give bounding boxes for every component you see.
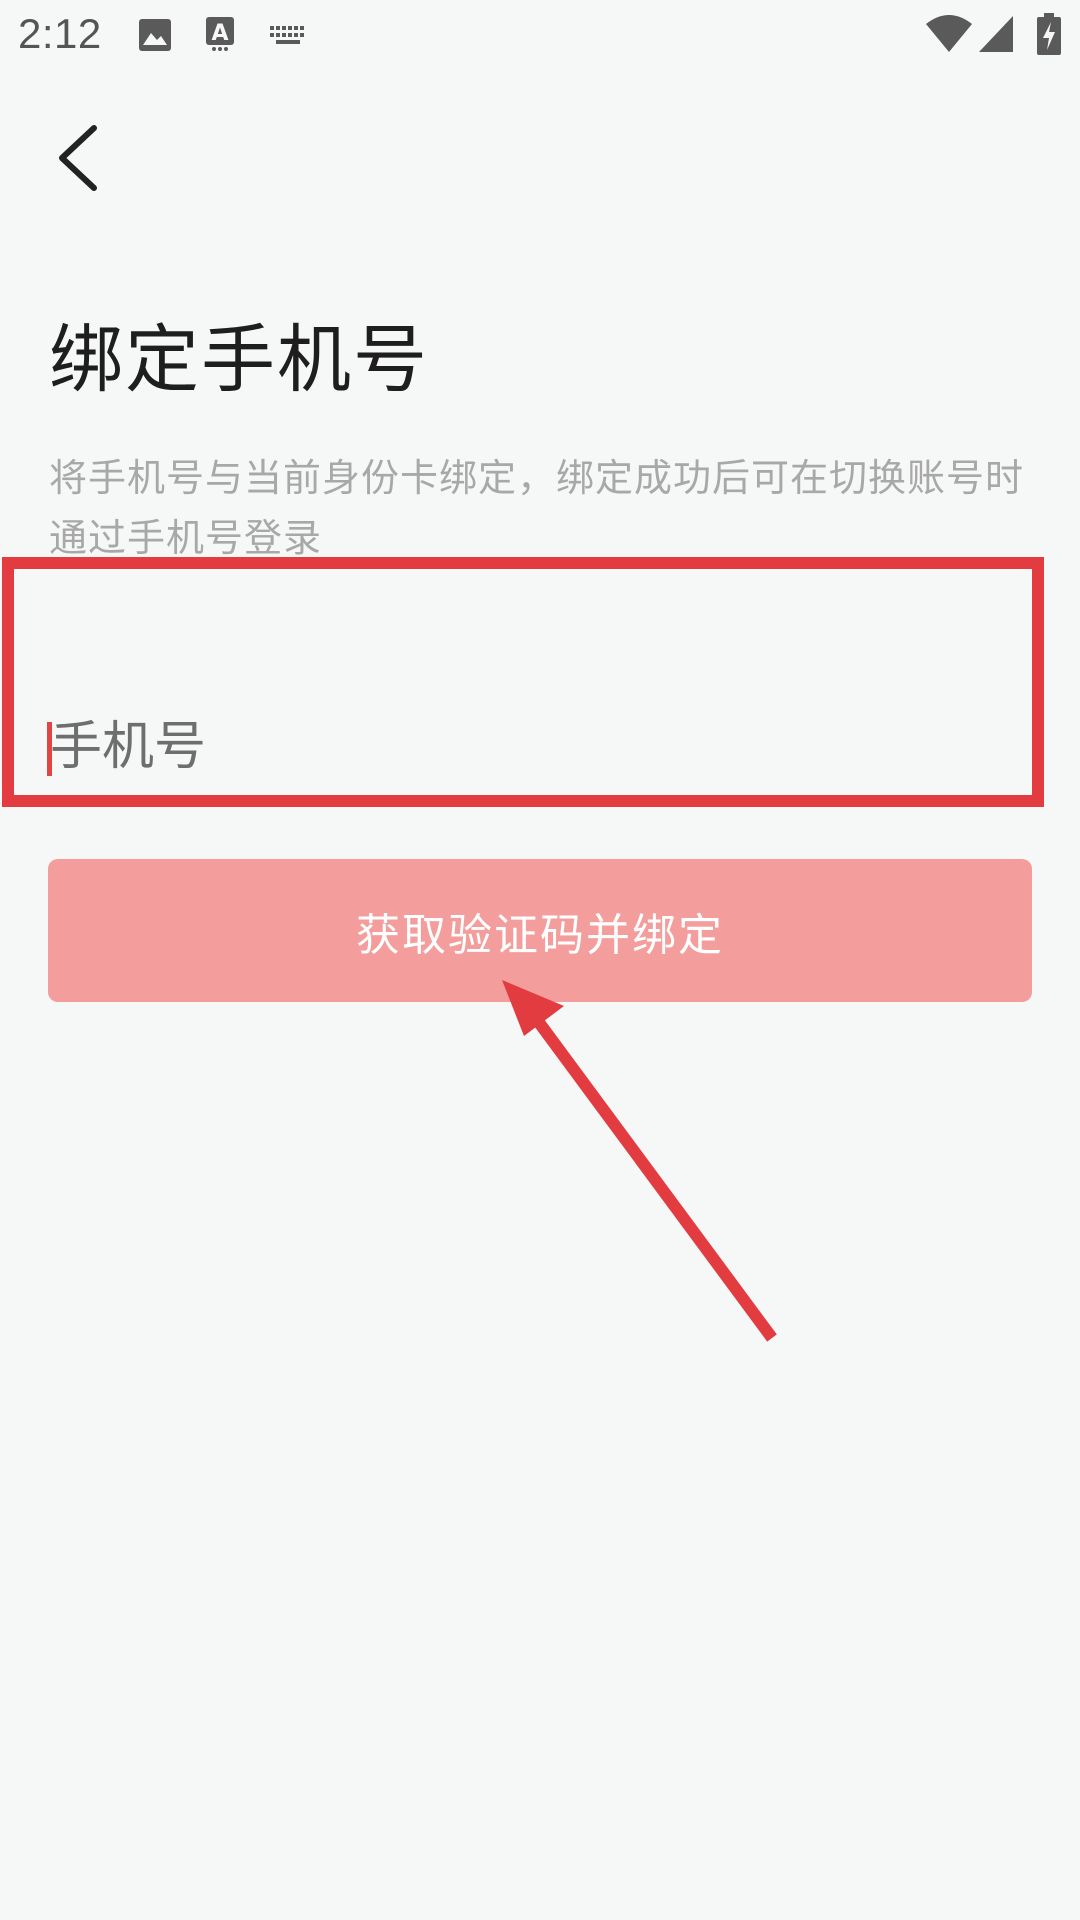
- svg-text:A: A: [211, 21, 228, 46]
- status-bar: 2:12 A: [0, 0, 1080, 74]
- text-input-icon: A: [206, 17, 234, 51]
- wifi-icon: [926, 15, 972, 52]
- text-cursor: [47, 722, 52, 776]
- battery-charging-icon: [1037, 13, 1061, 55]
- back-button[interactable]: [40, 110, 120, 200]
- image-icon: [139, 19, 171, 51]
- bind-phone-screen: 2:12 A 绑定手机号 将手机号与当前身份卡绑定，绑定成功后可在切换账号时通过…: [0, 0, 1080, 1920]
- chevron-left-icon: [59, 125, 97, 191]
- page-title: 绑定手机号: [49, 317, 429, 403]
- phone-number-input[interactable]: [50, 707, 1010, 787]
- get-code-and-bind-button[interactable]: 获取验证码并绑定: [48, 859, 1032, 1002]
- cell-signal-icon: [979, 16, 1013, 52]
- description-container: 将手机号与当前身份卡绑定，绑定成功后可在切换账号时通过手机号登录: [49, 448, 1034, 556]
- description-text: 将手机号与当前身份卡绑定，绑定成功后可在切换账号时通过手机号登录: [49, 456, 1025, 556]
- status-time: 2:12: [18, 10, 102, 57]
- keyboard-icon: [270, 26, 304, 44]
